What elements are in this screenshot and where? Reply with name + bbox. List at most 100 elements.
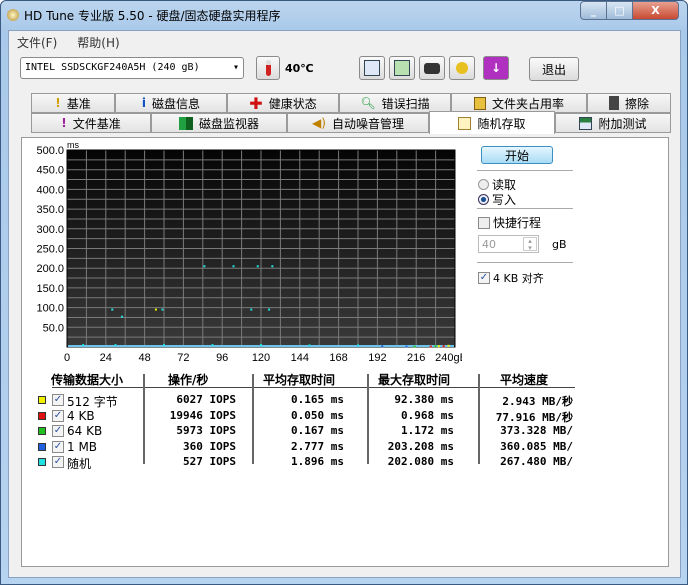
screenshot-button[interactable]: [419, 56, 445, 80]
tab-label: 磁盘信息: [152, 96, 201, 111]
data-point: [161, 308, 164, 311]
access-time-chart: ms500.0 450.0 400.0 350.0 300.0 250.0 200.0 150…: [36, 140, 462, 364]
data-point: [381, 345, 384, 348]
drive-select[interactable]: INTEL SSDSCKGF240A5H (240 gB) ▾: [20, 57, 244, 79]
health-cross-icon: ✚: [249, 93, 263, 113]
start-button[interactable]: 开始: [481, 146, 553, 164]
tab-label: 磁盘监视器: [198, 116, 259, 131]
minimize-button[interactable]: _: [580, 1, 607, 20]
series-checkbox[interactable]: ✓: [52, 394, 64, 406]
data-point: [250, 308, 253, 311]
radio-write[interactable]: 写入: [478, 191, 516, 208]
camera-icon: [424, 62, 440, 74]
row-label: 随机: [67, 457, 92, 471]
data-point: [163, 344, 165, 347]
tab-label: 附加测试: [598, 116, 647, 131]
tab-benchmark[interactable]: ! 基准: [31, 93, 115, 113]
row-max-time: 92.380 ms: [394, 393, 454, 406]
exclamation-icon: !: [55, 96, 61, 110]
align-4kb-checkbox[interactable]: ✓ 4 KB 对齐: [478, 270, 544, 286]
data-point: [405, 345, 408, 348]
x-tick-label: 0: [64, 352, 70, 364]
close-button[interactable]: X: [632, 1, 679, 20]
magnifier-icon: 🔍︎: [360, 96, 376, 110]
data-point: [268, 308, 271, 311]
series-color-swatch: [38, 442, 46, 451]
series-color-swatch: [38, 396, 46, 404]
data-point: [271, 265, 274, 268]
y-tick-label: 150.0: [36, 283, 64, 295]
tab-label: 健康状态: [268, 96, 317, 111]
x-tick-label: 72: [177, 352, 189, 364]
app-icon: [7, 9, 19, 21]
series-checkbox[interactable]: ✓: [52, 425, 64, 437]
row-iops: 527 IOPS: [183, 455, 236, 468]
x-tick-label: 96: [216, 352, 228, 364]
stroke-size-spinner[interactable]: 40 ▴ ▾: [478, 235, 539, 253]
header-underline: [52, 387, 575, 388]
data-point: [447, 344, 450, 347]
data-point: [413, 345, 416, 348]
quick-stroke-checkbox[interactable]: 快捷行程: [478, 214, 541, 231]
options-button[interactable]: [449, 56, 475, 80]
tab-folder-usage[interactable]: 文件夹占用率: [451, 93, 587, 113]
data-point: [308, 344, 311, 347]
x-tick-label: 168: [329, 352, 347, 364]
file-benchmark-icon: !: [61, 116, 67, 130]
menu-file[interactable]: 文件(F): [17, 34, 57, 51]
tab-disk-monitor[interactable]: 磁盘监视器: [151, 113, 287, 133]
y-tick-label: 350.0: [36, 204, 64, 216]
tab-label: 文件夹占用率: [491, 96, 564, 111]
tab-erase[interactable]: 擦除: [587, 93, 671, 113]
tab-file-benchmark[interactable]: ! 文件基准: [31, 113, 151, 133]
tab-extra-tests[interactable]: 附加测试: [555, 113, 671, 133]
data-point: [82, 344, 85, 347]
y-tick-label: 250.0: [36, 244, 64, 256]
title-bar: HD Tune 专业版 5.50 - 硬盘/固态硬盘实用程序: [7, 5, 281, 25]
menu-help[interactable]: 帮助(H): [77, 34, 119, 51]
series-checkbox[interactable]: ✓: [52, 456, 64, 468]
wrench-icon: [456, 62, 468, 74]
row-iops: 360 IOPS: [183, 439, 236, 453]
radio-selected-icon: [478, 194, 489, 205]
save-button[interactable]: ↓: [483, 56, 509, 80]
chevron-down-icon: ▾: [232, 62, 239, 73]
tab-error-scan[interactable]: 🔍︎ 错误扫描: [339, 93, 451, 113]
y-tick-label: 300.0: [36, 224, 64, 236]
copy-all-button[interactable]: [389, 56, 415, 80]
data-point: [232, 265, 235, 268]
header-avg-time: 平均存取时间: [263, 373, 336, 387]
copy-icon: [364, 60, 380, 76]
random-access-panel: ms 500.0 450.0 400.0 350.0 300.0 250.0 200.0 150…: [21, 137, 669, 567]
data-point: [357, 344, 359, 347]
tab-health[interactable]: ✚ 健康状态: [227, 93, 339, 113]
column-separator: [478, 374, 480, 464]
divider: [477, 262, 573, 263]
tab-disk-info[interactable]: i 磁盘信息: [115, 93, 227, 113]
data-point: [111, 308, 114, 311]
row-avg-time: 0.050 ms: [291, 408, 344, 422]
row-avg-speed: 373.328 MB/: [500, 424, 573, 437]
x-tick-label: 144: [291, 352, 309, 364]
y-axis-unit: ms: [67, 140, 79, 150]
series-checkbox[interactable]: ✓: [52, 440, 64, 453]
tab-label: 自动噪音管理: [331, 116, 404, 131]
temperature-button[interactable]: [256, 56, 280, 80]
exit-button[interactable]: 退出: [529, 57, 579, 81]
series-checkbox[interactable]: ✓: [52, 409, 64, 422]
copy-button[interactable]: [359, 56, 385, 80]
row-avg-speed: 360.085 MB/: [500, 439, 573, 453]
maximize-button[interactable]: □: [606, 1, 633, 20]
window-title: HD Tune 专业版 5.50 - 硬盘/固态硬盘实用程序: [24, 8, 281, 23]
x-tick-label: 192: [368, 352, 386, 364]
folder-icon: [473, 96, 486, 110]
data-point: [256, 265, 259, 268]
tab-label: 擦除: [624, 96, 649, 111]
tab-noise[interactable]: ◀) 自动噪音管理: [287, 113, 429, 133]
row-iops: 5973 IOPS: [176, 424, 236, 437]
stroke-unit: gB: [552, 238, 567, 251]
row-label: 64 KB: [67, 424, 103, 438]
tab-random-access[interactable]: 随机存取: [429, 111, 555, 134]
tab-label: 错误扫描: [381, 96, 430, 111]
divider: [477, 208, 573, 209]
